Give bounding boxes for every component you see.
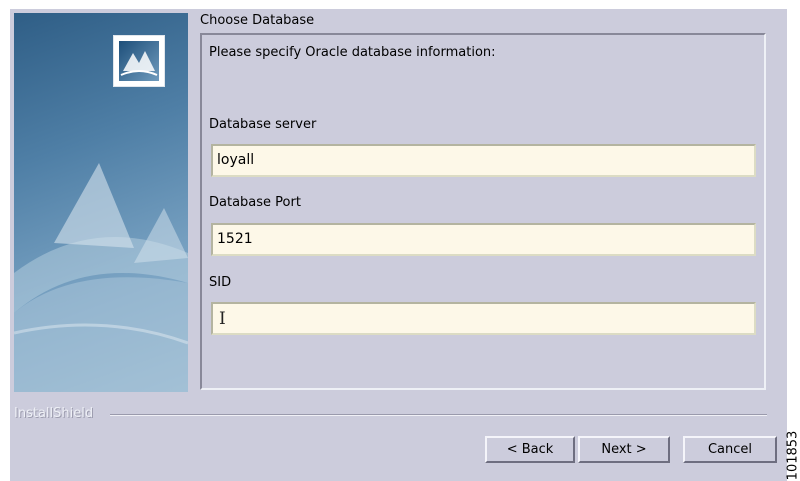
figure-id-text: 101853 <box>785 430 800 481</box>
database-port-label: Database Port <box>209 195 301 210</box>
database-server-value: loyall <box>217 152 255 168</box>
sid-label: SID <box>209 275 232 290</box>
text-cursor-icon: I <box>219 309 226 329</box>
back-button[interactable]: < Back <box>485 436 575 463</box>
next-button[interactable]: Next > <box>578 436 670 463</box>
database-server-label: Database server <box>209 117 317 132</box>
database-port-field[interactable]: 1521 <box>211 223 756 256</box>
step-title: Choose Database <box>200 13 315 28</box>
figure-id: 101853 <box>785 430 800 481</box>
side-banner-image <box>14 13 188 392</box>
prompt-text: Please specify Oracle database informati… <box>209 45 496 60</box>
brand-label: InstallShield <box>14 406 94 421</box>
brand-divider <box>110 414 767 416</box>
cancel-button[interactable]: Cancel <box>683 436 777 463</box>
installer-logo-icon <box>113 35 165 87</box>
database-server-field[interactable]: loyall <box>211 144 756 177</box>
content-panel: Please specify Oracle database informati… <box>200 33 766 390</box>
database-port-value: 1521 <box>217 231 253 247</box>
sid-field[interactable]: I <box>211 302 756 335</box>
